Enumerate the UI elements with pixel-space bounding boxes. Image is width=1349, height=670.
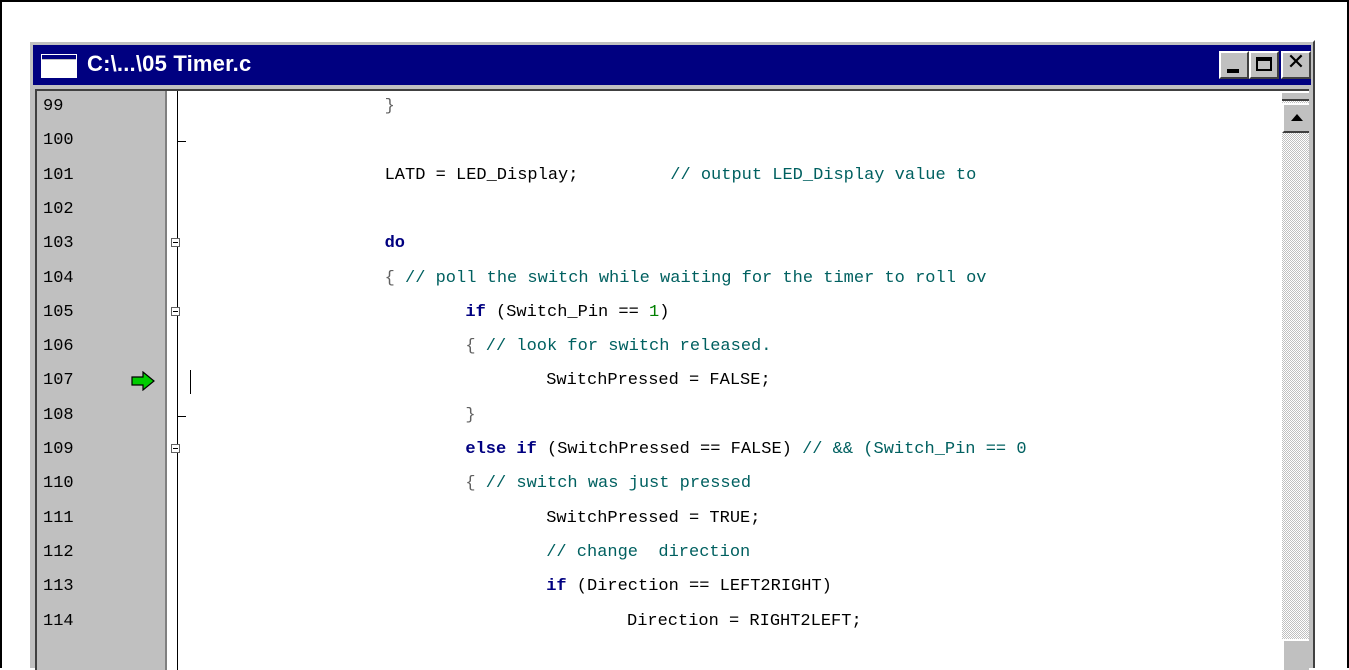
scroll-splitter[interactable]	[1282, 91, 1309, 101]
fold-end-marker	[178, 141, 186, 143]
code-line[interactable]: 107 SwitchPressed = FALSE;	[37, 365, 1282, 399]
code-line[interactable]: 110 { // switch was just pressed	[37, 468, 1282, 502]
vertical-scrollbar[interactable]	[1282, 91, 1309, 670]
line-number: 102	[43, 199, 74, 219]
close-icon: ✕	[1286, 50, 1306, 75]
code-line[interactable]: 109 else if (SwitchPressed == FALSE) // &…	[37, 434, 1282, 468]
title-bar[interactable]: C:\...\05 Timer.c ✕	[33, 45, 1311, 85]
line-number: 99	[43, 97, 64, 116]
close-button[interactable]: ✕	[1281, 50, 1311, 79]
line-number: 103	[43, 234, 74, 254]
line-number: 111	[43, 508, 74, 528]
code-text: do	[384, 234, 405, 254]
code-text: { // poll the switch while waiting for t…	[384, 268, 987, 288]
fold-end-marker	[178, 415, 186, 417]
code-text: }	[384, 97, 395, 116]
code-line[interactable]: 112 // change direction	[37, 537, 1282, 571]
scroll-thumb[interactable]	[1282, 639, 1309, 670]
line-number: 112	[43, 542, 74, 562]
code-text: { // look for switch released.	[465, 337, 772, 357]
editor-window: C:\...\05 Timer.c ✕ 99} 100 101 LATD = LED_…	[28, 40, 1315, 670]
line-number: 106	[43, 337, 74, 357]
code-text: }	[465, 405, 476, 425]
line-number: 100	[43, 131, 74, 151]
fold-toggle-icon[interactable]	[171, 444, 180, 453]
code-line[interactable]: 108}	[37, 400, 1282, 434]
code-line[interactable]: 100	[37, 125, 1282, 159]
window-title: C:\...\05 Timer.c	[87, 51, 252, 76]
line-number: 101	[43, 165, 74, 185]
minimize-icon	[1227, 69, 1239, 73]
code-text: { // switch was just pressed	[465, 474, 752, 494]
code-line[interactable]: 101 LATD = LED_Display; // output LED_Dis…	[37, 160, 1282, 194]
line-number: 114	[43, 611, 74, 631]
line-number: 109	[43, 440, 74, 459]
code-text: SwitchPressed = FALSE;	[546, 371, 771, 391]
line-number: 108	[43, 405, 74, 425]
line-number: 113	[43, 577, 74, 597]
code-line[interactable]: 103 do	[37, 228, 1282, 262]
minimize-button[interactable]	[1219, 51, 1249, 79]
code-line[interactable]: 104 { // poll the switch while waiting fo…	[37, 263, 1282, 297]
code-area[interactable]: 99} 100 101 LATD = LED_Display; // output L…	[37, 91, 1282, 670]
scroll-up-button[interactable]	[1282, 103, 1309, 133]
code-text: if (Direction == LEFT2RIGHT)	[546, 577, 832, 597]
green-arrow-icon	[131, 371, 155, 392]
code-text: else if (SwitchPressed == FALSE) // && (…	[465, 440, 1027, 459]
code-text: Direction = RIGHT2LEFT;	[627, 611, 862, 631]
code-editor[interactable]: 99} 100 101 LATD = LED_Display; // output L…	[35, 89, 1309, 670]
code-text: SwitchPressed = TRUE;	[546, 508, 761, 528]
code-text: LATD = LED_Display; // output LED_Displa…	[384, 165, 977, 185]
maximize-icon	[1256, 57, 1272, 71]
code-line[interactable]: 114 Direction = RIGHT2LEFT;	[37, 606, 1282, 640]
code-line[interactable]: 99}	[37, 91, 1282, 125]
code-line[interactable]: 113 if (Direction == LEFT2RIGHT)	[37, 571, 1282, 605]
fold-toggle-icon[interactable]	[171, 238, 180, 248]
fold-toggle-icon[interactable]	[171, 306, 180, 316]
line-number: 110	[43, 474, 74, 494]
code-line[interactable]: 105 if (Switch_Pin == 1)	[37, 297, 1282, 331]
code-line[interactable]: 111 SwitchPressed = TRUE;	[37, 503, 1282, 537]
text-caret	[190, 370, 191, 395]
scroll-up-arrow-icon	[1291, 114, 1303, 121]
code-line[interactable]: 102	[37, 194, 1282, 228]
code-text: // change direction	[546, 542, 751, 562]
code-text: if (Switch_Pin == 1)	[465, 302, 670, 322]
line-number: 107	[43, 371, 74, 391]
window-icon[interactable]	[41, 54, 77, 78]
line-number: 105	[43, 302, 74, 322]
code-line[interactable]: 106 { // look for switch released.	[37, 331, 1282, 365]
line-number: 104	[43, 268, 74, 288]
maximize-button[interactable]	[1249, 51, 1279, 79]
